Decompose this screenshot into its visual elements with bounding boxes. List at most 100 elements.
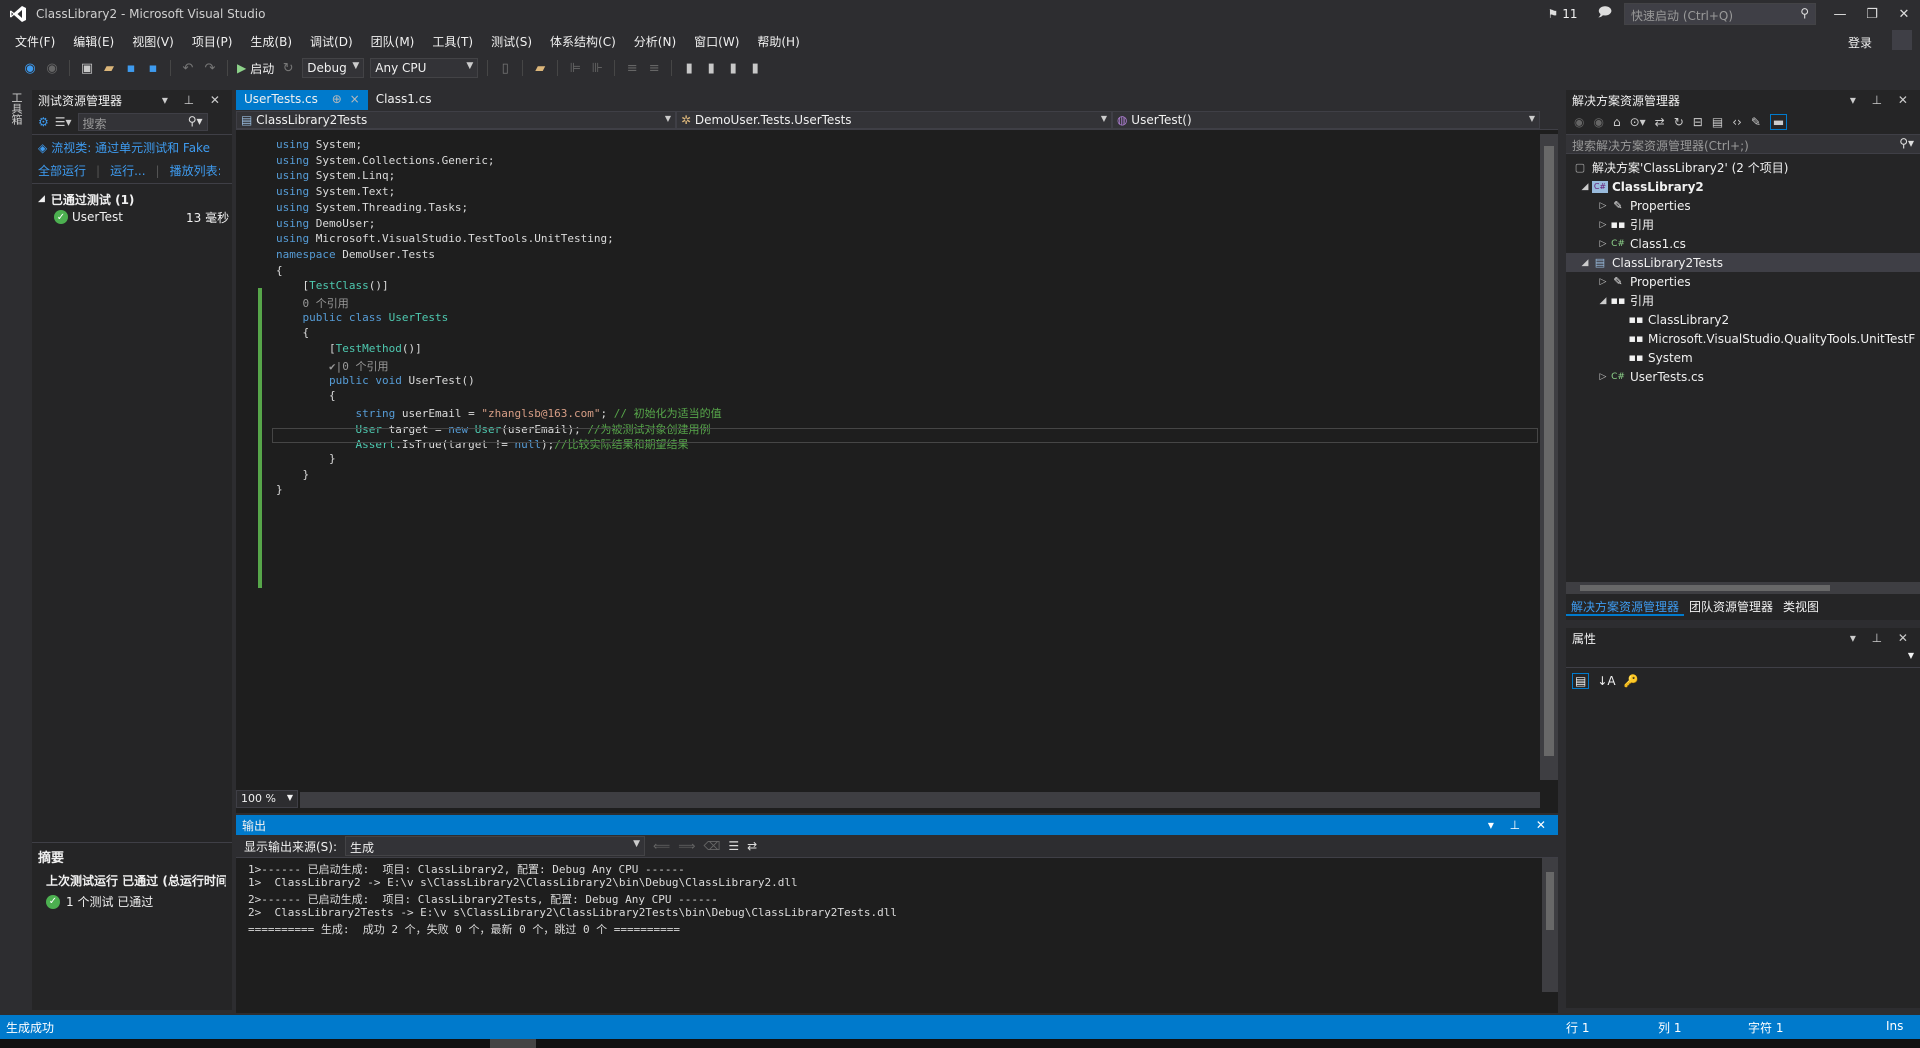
forward-icon[interactable]: ◉ [1593,115,1603,129]
collapse-all-icon[interactable]: ⊟ [1693,115,1703,129]
panel-window-controls[interactable]: ▾ ⊥ ✕ [1850,631,1914,645]
minimize-button[interactable]: — [1824,7,1856,22]
menu-project[interactable]: 项目(P) [183,33,242,50]
scrollbar-thumb[interactable] [1546,872,1554,930]
zoom-dropdown[interactable]: 100 % ▼ [236,790,298,808]
scrollbar-thumb[interactable] [1544,146,1554,756]
save-icon[interactable]: ▪ [123,61,139,76]
panel-window-controls[interactable]: ▾ ⊥ ✕ [1488,818,1552,832]
member-dropdown[interactable]: ◍ UserTest() ▼ [1112,111,1540,129]
preview-icon[interactable]: ▬ [1769,114,1788,130]
test-search-input[interactable]: 搜索 ⚲▾ [77,113,208,131]
prev-bookmark-icon[interactable]: ▮ [725,61,741,76]
tab-solution-explorer[interactable]: 解决方案资源管理器 [1566,596,1685,616]
tab-class1[interactable]: Class1.cs [368,90,440,110]
tree-references[interactable]: ◢ ▪▪ 引用 [1566,291,1920,310]
find-in-files-icon[interactable]: ▰ [532,61,548,76]
menu-test[interactable]: 测试(S) [482,33,541,50]
tab-team-explorer[interactable]: 团队资源管理器 [1684,596,1778,616]
solution-search-input[interactable]: 搜索解决方案资源管理器(Ctrl+;) ⚲▾ [1566,134,1920,154]
back-icon[interactable]: ◉ [1574,115,1584,129]
view-code-icon[interactable]: ‹› [1732,115,1742,129]
property-pages-icon[interactable]: 🔑 [1624,674,1639,688]
test-item[interactable]: ✓ UserTest 13 毫秒 [38,208,229,226]
tree-project-classlibrary2[interactable]: ◢ C# ClassLibrary2 [1566,177,1920,196]
clear-all-icon[interactable]: ⌫ [703,839,720,853]
collapse-triangle-icon[interactable]: ◢ [1578,258,1592,268]
search-icon[interactable]: ⚲▾ [188,114,203,128]
editor-vertical-scrollbar[interactable] [1540,134,1558,780]
go-to-previous-icon[interactable]: ⟸ [653,839,670,853]
pending-changes-icon[interactable]: ⊙▾ [1630,115,1646,129]
notification-count[interactable]: 11 [1562,7,1577,21]
menu-help[interactable]: 帮助(H) [748,33,808,50]
refresh-icon[interactable]: ↻ [280,61,296,76]
pin-icon[interactable]: ⊕ [332,92,342,106]
undo-icon[interactable]: ↶ [180,61,196,76]
menu-debug[interactable]: 调试(D) [301,33,362,50]
notification-flag-icon[interactable]: ⚑ [1548,7,1559,21]
expand-triangle-icon[interactable]: ▷ [1596,277,1610,287]
redo-icon[interactable]: ↷ [202,61,218,76]
refresh-icon[interactable]: ↻ [1674,115,1684,129]
word-wrap-icon[interactable]: ☰ [728,839,739,853]
start-debug-button[interactable]: ▶ 启动 [237,60,274,77]
type-dropdown[interactable]: ✲ DemoUser.Tests.UserTests ▼ [676,111,1112,129]
align-left-icon[interactable]: ⊫ [567,61,583,76]
configuration-dropdown[interactable]: Debug ▼ [302,58,365,78]
playlist-dropdown[interactable]: 播放列表: [170,162,220,179]
properties-wrench-icon[interactable]: ✎ [1751,115,1761,129]
expand-triangle-icon[interactable]: ▷ [1596,220,1610,230]
output-vertical-scrollbar[interactable] [1542,858,1558,992]
attach-icon[interactable]: ▯ [497,61,513,76]
run-link[interactable]: 运行... [110,162,145,179]
go-to-next-icon[interactable]: ⟹ [678,839,695,853]
menu-build[interactable]: 生成(B) [241,33,301,50]
tree-reference-item[interactable]: ▪▪ Microsoft.VisualStudio.QualityTools.Un… [1566,329,1920,348]
tree-class1[interactable]: ▷ C# Class1.cs [1566,234,1920,253]
close-icon[interactable]: × [350,92,360,106]
open-file-icon[interactable]: ▰ [101,61,117,76]
tree-reference-item[interactable]: ▪▪ System [1566,348,1920,367]
solution-horizontal-scrollbar[interactable] [1566,582,1920,594]
home-icon[interactable]: ⌂ [1613,115,1621,129]
menu-tools[interactable]: 工具(T) [423,33,482,50]
alphabetical-icon[interactable]: ↓A [1597,674,1615,688]
uncomment-icon[interactable]: ≡ [646,61,662,76]
search-icon[interactable]: ⚲▾ [1899,136,1914,150]
menu-view[interactable]: 视图(V) [123,33,183,50]
close-window-button[interactable]: ✕ [1888,7,1920,22]
expand-triangle-icon[interactable]: ▷ [1596,239,1610,249]
test-group-passed[interactable]: ◢ 已通过测试 (1) [38,190,226,208]
clear-bookmarks-icon[interactable]: ▮ [747,61,763,76]
playlist-link[interactable]: 流视类: 通过单元测试和 Fake [51,139,223,156]
new-project-icon[interactable]: ▣ [79,61,95,76]
menu-architecture[interactable]: 体系结构(C) [541,33,625,50]
group-by-icon[interactable]: ⚙ [38,115,49,129]
output-source-dropdown[interactable]: 生成 ▼ [345,836,646,856]
tree-properties[interactable]: ▷ ✎ Properties [1566,196,1920,215]
categorized-icon[interactable]: ▤ [1572,673,1590,689]
search-icon[interactable]: ⚲ [1800,6,1809,20]
editor-horizontal-scrollbar[interactable] [300,792,1540,808]
navigate-forward-icon[interactable]: ◉ [44,61,60,76]
save-all-icon[interactable]: ▪ [145,61,161,76]
tree-project-classlibrary2tests[interactable]: ◢ ▤ ClassLibrary2Tests [1566,253,1920,272]
list-view-icon[interactable]: ☰▾ [55,115,72,129]
expand-triangle-icon[interactable]: ▷ [1596,372,1610,382]
restore-button[interactable]: ❐ [1856,7,1888,22]
run-all-link[interactable]: 全部运行 [38,162,86,179]
tree-usertests[interactable]: ▷ C# UserTests.cs [1566,367,1920,386]
avatar[interactable] [1892,30,1912,50]
properties-object-dropdown[interactable]: ▼ [1566,648,1920,668]
menu-file[interactable]: 文件(F) [6,33,64,50]
bookmark-icon[interactable]: ▮ [681,61,697,76]
panel-window-controls[interactable]: ▾ ⊥ ✕ [1850,93,1914,107]
expand-triangle-icon[interactable]: ▷ [1596,201,1610,211]
show-all-files-icon[interactable]: ▤ [1712,115,1723,129]
feedback-icon[interactable]: 🗩 [1598,3,1612,25]
taskbar-item[interactable] [490,1039,536,1048]
menu-analyze[interactable]: 分析(N) [625,33,685,50]
tree-properties[interactable]: ▷ ✎ Properties [1566,272,1920,291]
align-right-icon[interactable]: ⊪ [589,61,605,76]
